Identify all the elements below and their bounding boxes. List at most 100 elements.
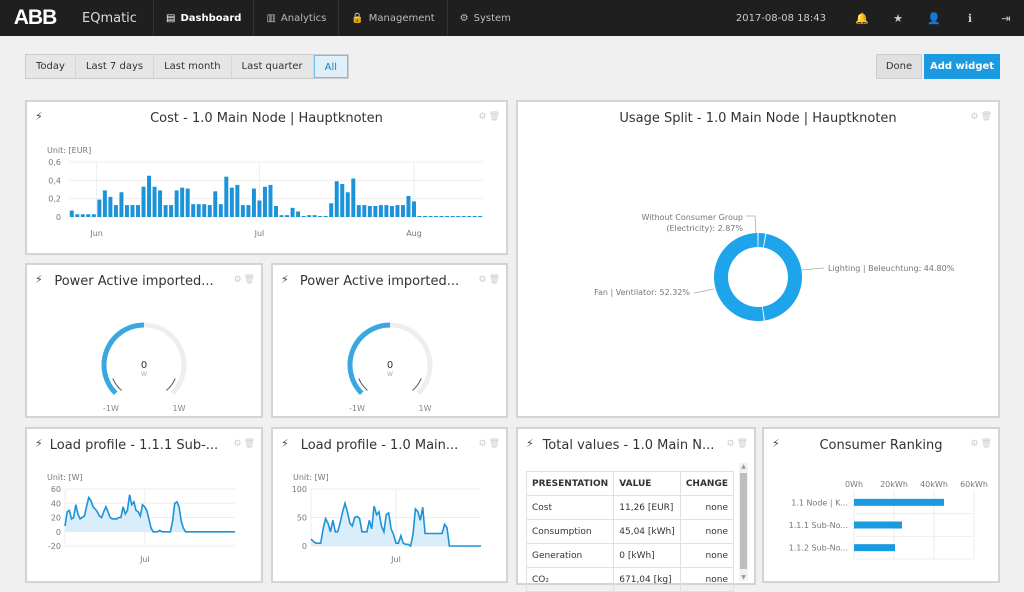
- y-axis-unit: Unit: [EUR]: [47, 146, 91, 155]
- gauge-max-label: 1W: [173, 404, 186, 413]
- y-tick-label: 100: [292, 485, 307, 494]
- filter-all[interactable]: All: [313, 55, 349, 78]
- cost-bar: [124, 205, 129, 217]
- table-row: Generation 0 [kWh] none: [525, 543, 735, 568]
- column-header: PRESENTATION: [525, 471, 615, 496]
- cost-bar: [180, 187, 185, 217]
- filter-last-month[interactable]: Last month: [154, 55, 232, 78]
- consumer-ranking-bar-chart: 0Wh 20kWh 40kWh 60kWh 1.1 Node | K... 1.1.1 S…: [789, 480, 988, 560]
- nav-management[interactable]: 🔒 Management: [338, 0, 446, 36]
- cost-bar: [262, 186, 267, 217]
- cost-bar: [102, 190, 107, 217]
- widget-power-active-2: ⚡ Power Active imported... ⚙ 🗑 0 W -1W 1W: [271, 263, 508, 418]
- cell-presentation: CO₂: [525, 567, 615, 592]
- cost-bar: [318, 216, 323, 217]
- table-row: Consumption 45,04 [kWh] none: [525, 519, 735, 544]
- cost-bar: [108, 196, 113, 217]
- slice-label: Fan | Ventilator: 52.32%: [594, 288, 690, 297]
- cell-value: 671,04 [kg]: [613, 567, 681, 592]
- cost-bar: [251, 188, 256, 217]
- scrollbar[interactable]: ▲ ▼: [739, 463, 748, 581]
- user-icon[interactable]: 👤: [916, 12, 952, 25]
- cost-bar: [163, 205, 168, 217]
- cell-value: 0 [kWh]: [613, 543, 681, 568]
- slice-label: Without Consumer Group: [642, 213, 744, 222]
- nav-analytics[interactable]: ▥ Analytics: [253, 0, 338, 36]
- cost-bar: [218, 204, 223, 217]
- done-button[interactable]: Done: [876, 54, 922, 79]
- cost-bar: [389, 206, 394, 217]
- trash-icon[interactable]: 🗑: [737, 439, 748, 449]
- cost-bar: [467, 216, 472, 217]
- x-tick-label: 0Wh: [845, 480, 863, 489]
- cost-bar: [246, 205, 251, 217]
- cost-bar: [158, 190, 163, 217]
- info-icon[interactable]: ℹ: [952, 12, 988, 25]
- cost-bar: [329, 203, 334, 217]
- scroll-down-icon[interactable]: ▼: [739, 574, 748, 581]
- cost-bar: [290, 207, 295, 217]
- cost-bar: [307, 215, 312, 217]
- cost-bar: [224, 176, 229, 217]
- scrollbar-thumb[interactable]: [740, 473, 747, 569]
- abb-logo[interactable]: ABB: [0, 0, 70, 36]
- load-profile-area-chart: Unit: [W] 60 40 20 0 -20 Jul: [47, 473, 235, 564]
- power-gauge: 0 W -1W 1W: [347, 322, 433, 413]
- cost-bar: [472, 216, 477, 217]
- cell-change: none: [679, 495, 735, 520]
- cost-bar: [91, 214, 96, 217]
- filter-last-quarter[interactable]: Last quarter: [232, 55, 314, 78]
- table-row: CO₂ 671,04 [kg] none: [525, 567, 735, 592]
- cost-bar: [340, 184, 345, 217]
- nav-system[interactable]: ⚙ System: [446, 0, 523, 36]
- filter-last-7-days[interactable]: Last 7 days: [76, 55, 155, 78]
- y-tick-label: 0,6: [48, 158, 61, 167]
- widget-title: Total values - 1.0 Main N...: [542, 438, 715, 453]
- y-tick-label: 20: [51, 514, 61, 523]
- cost-bar: [439, 216, 444, 217]
- cost-bar: [229, 187, 234, 217]
- nav-dashboard[interactable]: ▤ Dashboard: [153, 0, 253, 36]
- slice-label: Lighting | Beleuchtung: 44.80%: [828, 264, 955, 273]
- power-gauge: 0 W -1W 1W: [101, 322, 187, 413]
- cost-bar: [191, 204, 196, 217]
- cell-change: none: [679, 543, 735, 568]
- gauge-value: 0: [141, 360, 147, 371]
- y-axis-unit: Unit: [W]: [47, 473, 83, 482]
- y-tick-label: 60: [51, 485, 61, 494]
- filter-today[interactable]: Today: [26, 55, 76, 78]
- total-values-table: PRESENTATION VALUE CHANGE Cost 11,26 [EU…: [525, 471, 735, 592]
- load-profile-area-chart: Unit: [W] 100 50 0 Jul: [292, 473, 481, 564]
- cost-bar: [296, 211, 301, 217]
- ranking-bar: [854, 544, 895, 552]
- y-axis-unit: Unit: [W]: [293, 473, 329, 482]
- top-navigation-bar: ABB EQmatic ▤ Dashboard ▥ Analytics 🔒 Ma…: [0, 0, 1024, 36]
- x-tick-label: Aug: [406, 229, 422, 238]
- category-label: 1.1 Node | K...: [791, 498, 848, 507]
- x-tick-label: Jun: [89, 229, 103, 238]
- widget-tools: ⚙ 🗑: [726, 439, 748, 449]
- scroll-up-icon[interactable]: ▲: [739, 463, 748, 470]
- star-icon[interactable]: ★: [880, 12, 916, 25]
- gauge-value: 0: [387, 360, 393, 371]
- add-widget-button[interactable]: Add widget: [924, 54, 1000, 79]
- logout-icon[interactable]: ⇥: [988, 12, 1024, 25]
- gear-icon[interactable]: ⚙: [726, 439, 734, 449]
- cost-bar: [75, 214, 80, 217]
- gauge-fill: [101, 322, 145, 396]
- cell-presentation: Generation: [525, 543, 615, 568]
- cost-bar: [406, 195, 411, 217]
- cost-bar: [207, 205, 212, 217]
- cost-bar: [202, 204, 207, 217]
- cost-bar-chart: Unit: [EUR] 0 0,2 0,4 0,6 Jun Jul Aug: [47, 146, 483, 238]
- table-row: Cost 11,26 [EUR] none: [525, 495, 735, 520]
- cost-bar: [428, 216, 433, 217]
- widget-consumer-ranking: ⚡ Consumer Ranking ⚙ 🗑 0Wh 20kWh 40kWh 60kWh…: [762, 427, 1000, 583]
- cost-bar: [423, 216, 428, 217]
- y-tick-label: 0,2: [48, 195, 61, 204]
- cost-bar: [69, 210, 74, 217]
- cell-presentation: Consumption: [525, 519, 615, 544]
- bell-icon[interactable]: 🔔: [844, 12, 880, 25]
- ranking-bar: [854, 498, 944, 506]
- cost-bar: [334, 181, 339, 217]
